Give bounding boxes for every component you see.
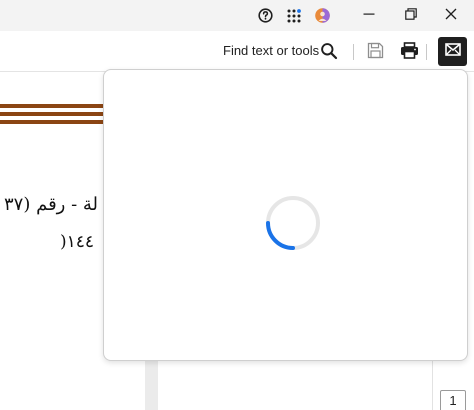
profile-avatar-icon[interactable]: [315, 8, 330, 23]
toolbar-divider: [426, 44, 427, 60]
find-text-label[interactable]: Find text or tools: [223, 43, 319, 58]
minimize-button[interactable]: [346, 0, 392, 31]
decorative-rule: [0, 120, 106, 124]
close-window-button[interactable]: [428, 0, 474, 31]
minimize-icon: [363, 7, 375, 25]
mail-icon: [444, 42, 461, 61]
pdf-toolbar: Find text or tools: [0, 31, 474, 72]
page-gutter: [145, 358, 158, 410]
close-icon: [445, 7, 457, 25]
page-number-field[interactable]: 1: [440, 390, 466, 410]
loading-spinner-icon: [265, 195, 321, 251]
decorative-rule: [0, 112, 106, 116]
restore-icon: [405, 7, 417, 25]
search-icon[interactable]: [320, 42, 338, 60]
apps-grid-icon[interactable]: [287, 9, 301, 23]
app-window: Find text or tools لة - رقم (٣٧)١٤٤ 1: [0, 0, 474, 410]
toolbar-divider: [353, 44, 354, 60]
title-bar: [0, 0, 474, 31]
mail-button[interactable]: [438, 37, 467, 66]
loading-panel: [103, 69, 468, 361]
document-text-line: لة - رقم (٣٧: [4, 194, 99, 215]
document-text-line: )١٤٤: [60, 232, 95, 252]
save-icon[interactable]: [367, 42, 384, 59]
help-icon[interactable]: [258, 8, 273, 23]
decorative-rule: [0, 104, 106, 108]
print-icon[interactable]: [400, 42, 419, 59]
